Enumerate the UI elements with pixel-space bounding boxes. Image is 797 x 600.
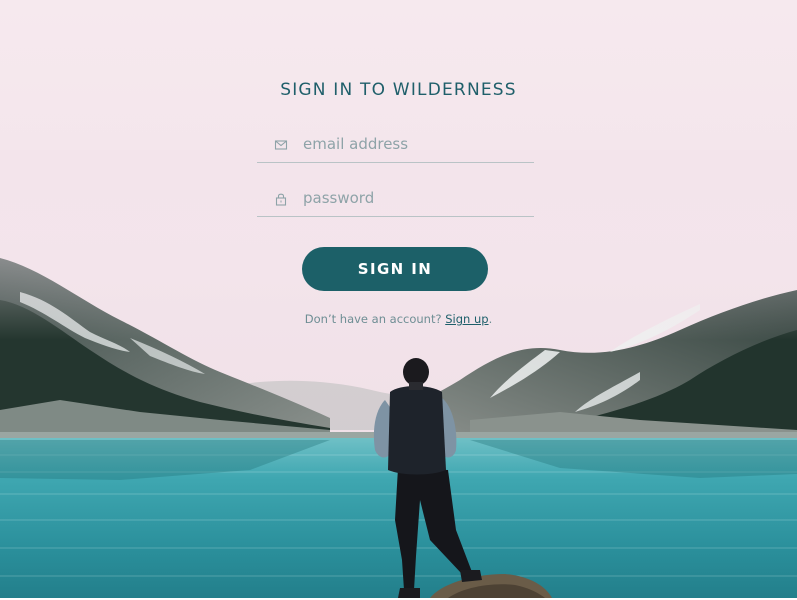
email-input[interactable] [301,130,525,158]
sign-up-link[interactable]: Sign up [445,312,488,326]
password-input[interactable] [301,184,525,212]
signup-prompt-line: Don’t have an account? Sign up. [0,312,797,326]
signup-suffix: . [488,312,493,326]
password-field [257,182,534,217]
sign-in-button[interactable]: SIGN IN [302,247,488,291]
envelope-icon [274,137,288,151]
signup-prompt-text: Don’t have an account? [304,312,442,326]
lock-icon [274,191,288,206]
form-title: SIGN IN TO WILDERNESS [280,80,517,100]
email-field [257,128,534,163]
